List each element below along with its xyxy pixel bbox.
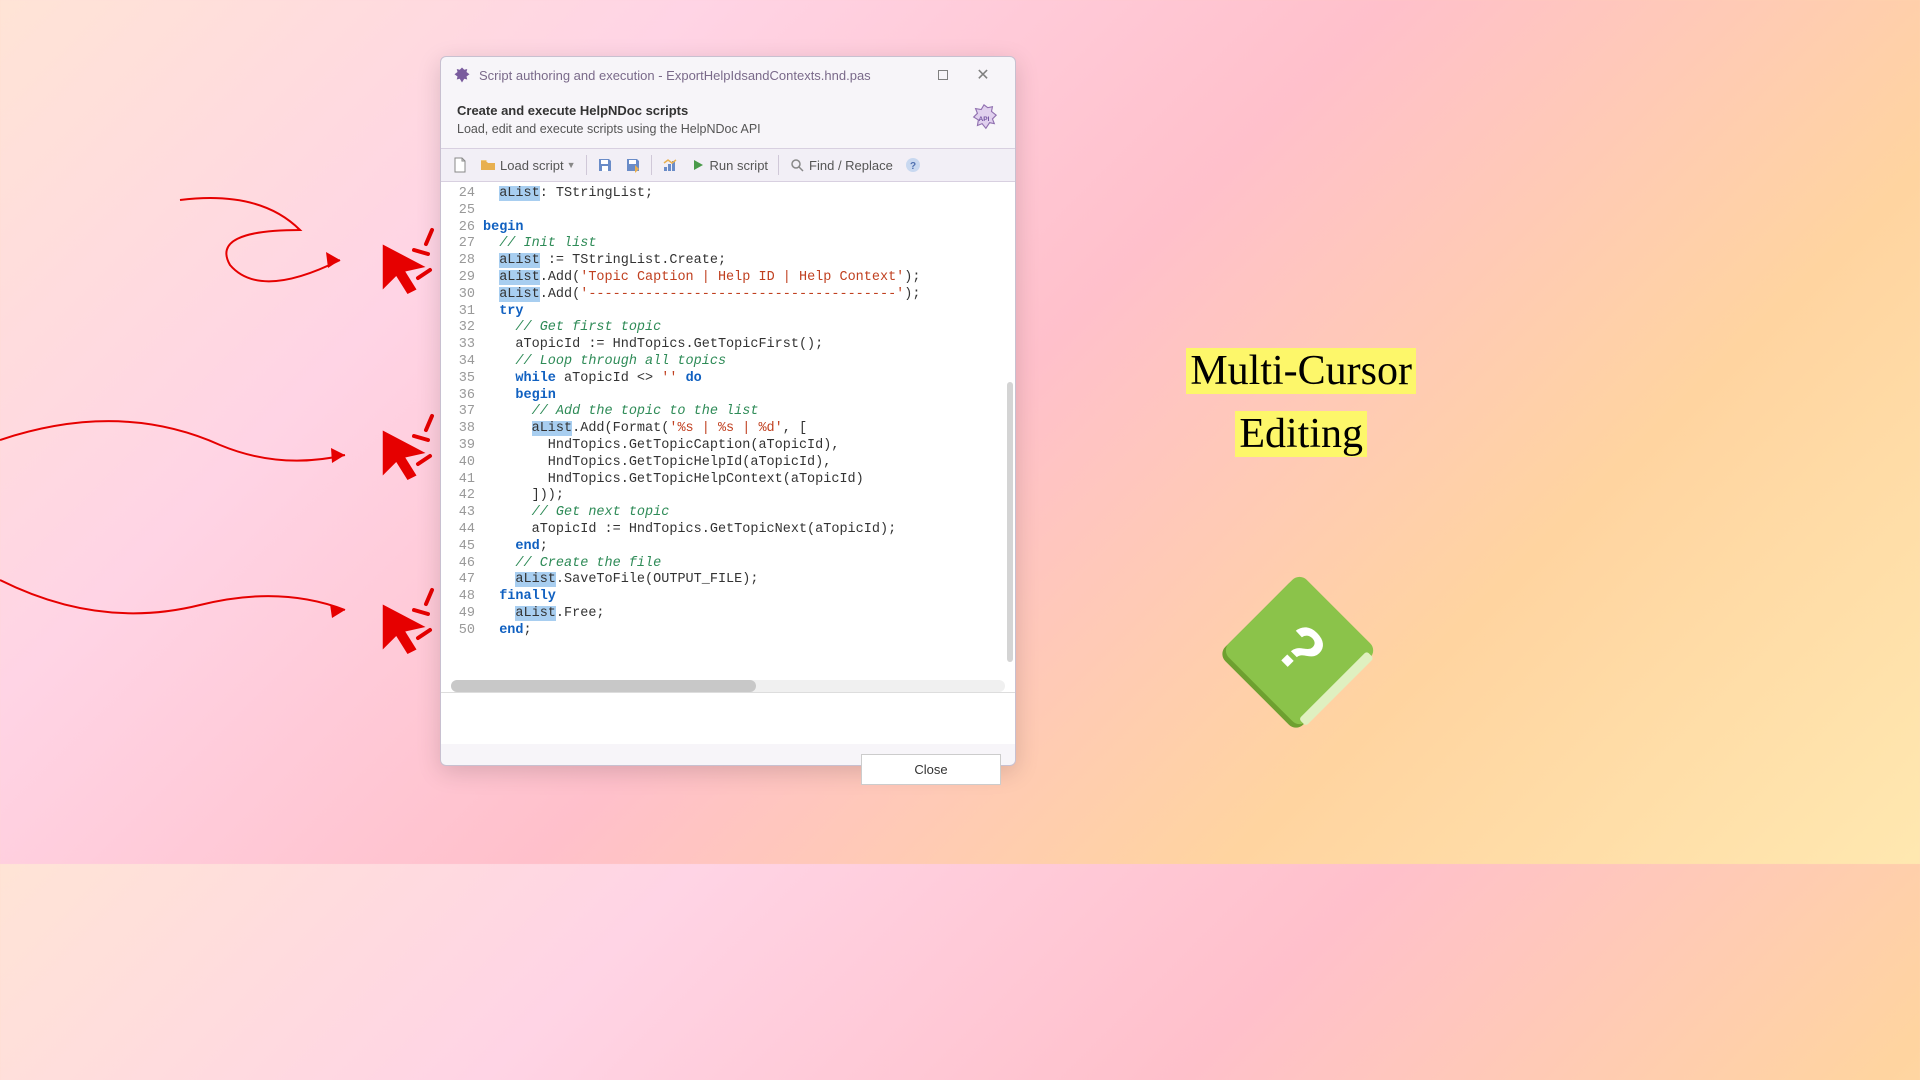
minimize-button[interactable] bbox=[923, 68, 963, 83]
script-dialog: Script authoring and execution - ExportH… bbox=[440, 56, 1016, 766]
help-book-icon: ? bbox=[1196, 564, 1396, 744]
annotation-title: Multi-Cursor Editing bbox=[1186, 340, 1416, 466]
api-gear-icon: API bbox=[969, 103, 999, 133]
horizontal-scrollbar[interactable] bbox=[451, 680, 1005, 692]
close-x-button[interactable]: ✕ bbox=[963, 65, 1003, 85]
cursor-arrow-3 bbox=[376, 600, 430, 654]
header-subtitle: Load, edit and execute scripts using the… bbox=[457, 122, 969, 136]
new-file-button[interactable] bbox=[447, 154, 473, 176]
cursor-arrow-2 bbox=[376, 426, 430, 480]
annotation-arrow-3 bbox=[0, 560, 380, 680]
toolbar: Load script ▼ Run script Find / Replace … bbox=[441, 148, 1015, 182]
close-button[interactable]: Close bbox=[861, 754, 1001, 785]
help-button[interactable]: ? bbox=[900, 154, 926, 176]
dialog-header: Create and execute HelpNDoc scripts Load… bbox=[441, 93, 1015, 148]
svg-text:API: API bbox=[979, 116, 990, 123]
build-button[interactable] bbox=[657, 154, 683, 176]
header-title: Create and execute HelpNDoc scripts bbox=[457, 103, 969, 118]
run-script-button[interactable]: Run script bbox=[685, 154, 774, 176]
annotation-arrow-1 bbox=[0, 180, 380, 320]
vertical-scrollbar[interactable] bbox=[1007, 382, 1013, 662]
window-title: Script authoring and execution - ExportH… bbox=[479, 68, 923, 83]
svg-text:?: ? bbox=[910, 161, 916, 172]
app-icon bbox=[453, 66, 471, 84]
load-script-button[interactable]: Load script ▼ bbox=[475, 154, 581, 176]
output-panel bbox=[441, 692, 1015, 744]
cursor-arrow-1 bbox=[376, 240, 430, 294]
line-gutter: 2425262728293031323334353637383940414243… bbox=[441, 182, 483, 640]
scrollbar-thumb[interactable] bbox=[451, 680, 756, 692]
save-as-button[interactable] bbox=[620, 154, 646, 176]
dialog-footer: Close bbox=[441, 744, 1015, 795]
code-editor[interactable]: 2425262728293031323334353637383940414243… bbox=[441, 182, 1015, 692]
find-replace-button[interactable]: Find / Replace bbox=[784, 154, 898, 176]
save-button[interactable] bbox=[592, 154, 618, 176]
code-area[interactable]: aList: TStringList; begin // Init list a… bbox=[483, 182, 921, 640]
titlebar[interactable]: Script authoring and execution - ExportH… bbox=[441, 57, 1015, 93]
annotation-arrow-2 bbox=[0, 400, 380, 520]
